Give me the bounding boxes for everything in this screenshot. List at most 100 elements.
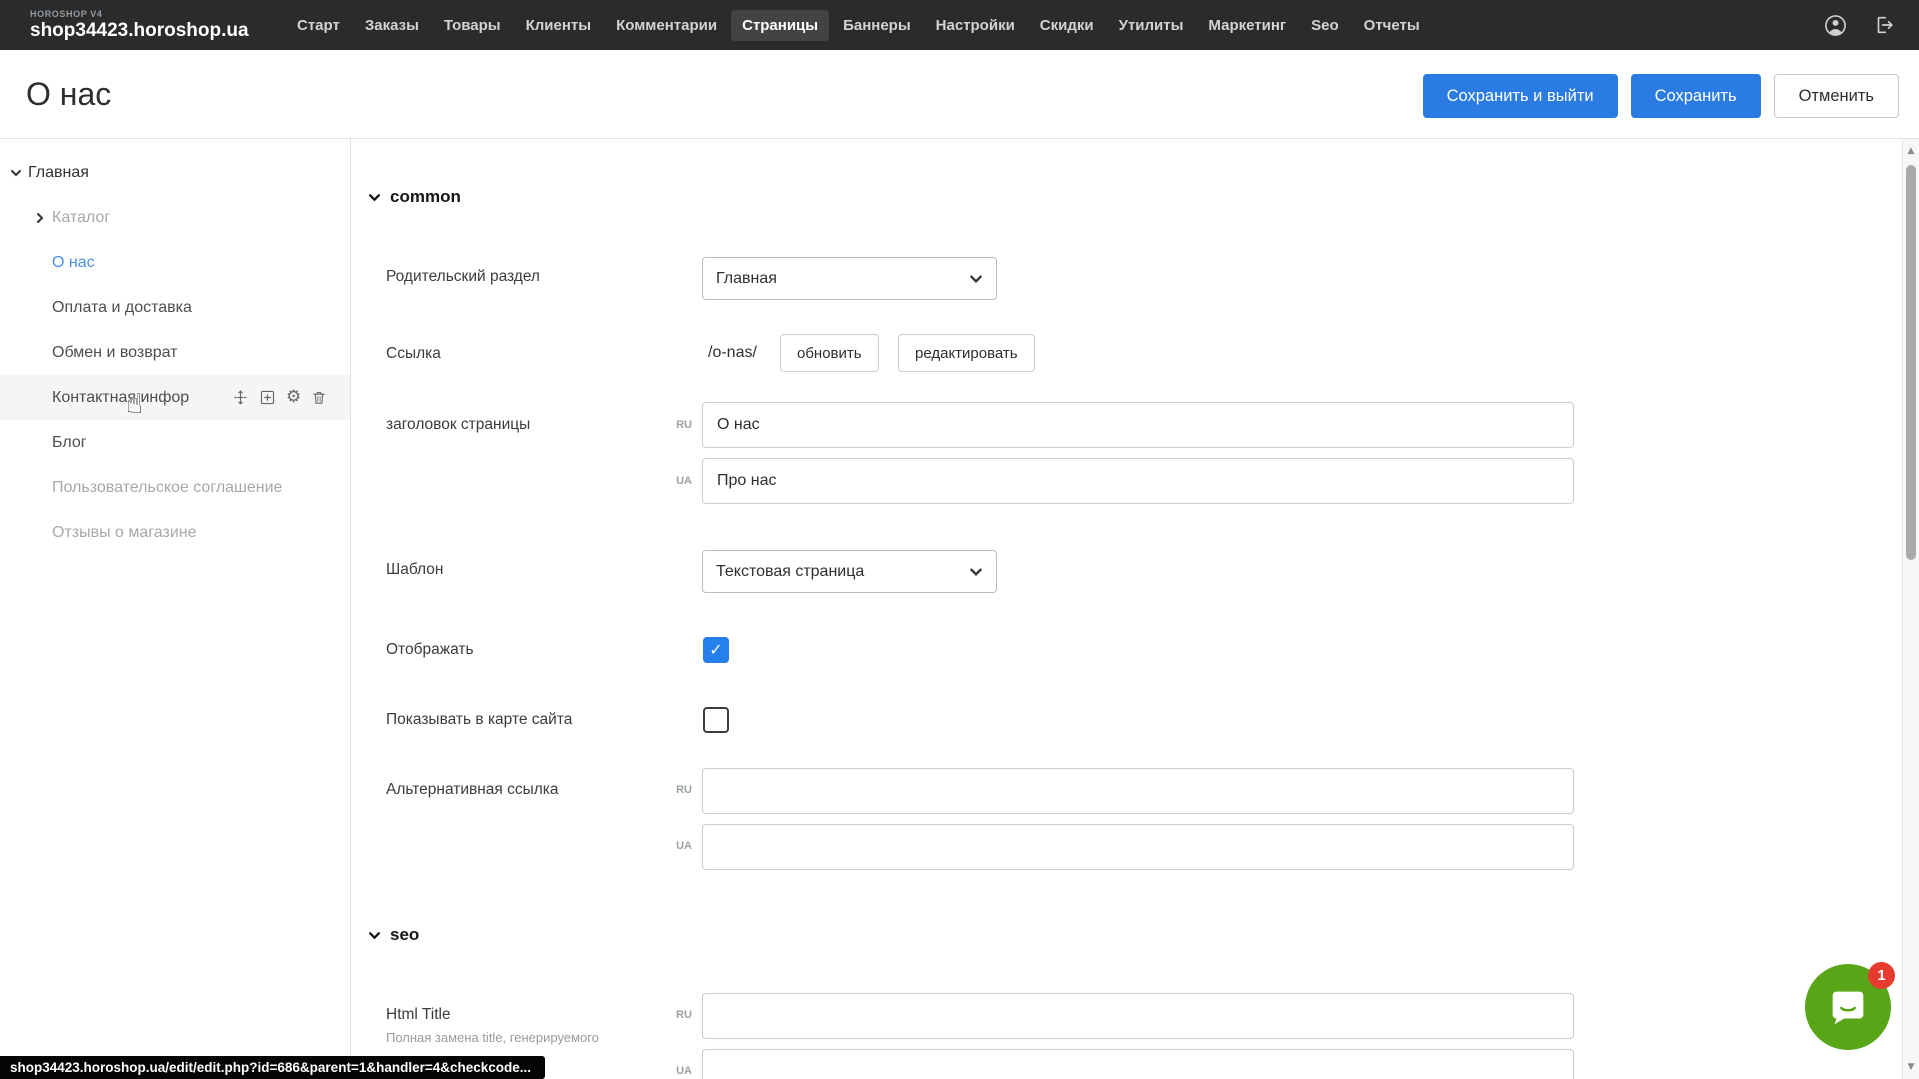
- tree-item-label: Обмен и возврат: [52, 344, 177, 362]
- tree-item-obmen-i-vozvrat[interactable]: Обмен и возврат: [0, 330, 350, 375]
- tree-item-label: О нас: [52, 254, 95, 272]
- lang-tag-ua: UA: [651, 840, 692, 852]
- tree-item-label: Главная: [28, 164, 89, 182]
- link-path-value: /o-nas/: [708, 344, 757, 362]
- section-seo-toggle[interactable]: seo: [368, 925, 419, 945]
- tree-item-kontaktnaya-infor[interactable]: Контактная инфор ⚙: [0, 375, 350, 420]
- link-update-button[interactable]: обновить: [780, 334, 879, 372]
- tree-item-glavnaya[interactable]: Главная: [0, 150, 350, 195]
- sitemap-checkbox[interactable]: [703, 707, 729, 733]
- display-checkbox[interactable]: ✓: [703, 637, 729, 663]
- alt-link-ua-input[interactable]: [702, 824, 1574, 870]
- tree-item-o-nas[interactable]: О нас: [0, 240, 350, 285]
- tree-item-label: Оплата и доставка: [52, 299, 192, 317]
- tree-item-blog[interactable]: Блог: [0, 420, 350, 465]
- alt-link-ru-input[interactable]: [702, 768, 1574, 814]
- nav-item-banners[interactable]: Баннеры: [832, 10, 922, 41]
- sitemap-label: Показывать в карте сайта: [386, 711, 572, 729]
- template-select[interactable]: Текстовая страница: [702, 550, 997, 593]
- move-icon[interactable]: [232, 389, 249, 406]
- chat-widget-button[interactable]: 1: [1805, 964, 1891, 1050]
- navbar-right: [1824, 14, 1919, 37]
- top-navbar: HOROSHOP V4 shop34423.horoshop.ua Старт …: [0, 0, 1919, 50]
- tree-item-label: Контактная инфор: [52, 389, 189, 407]
- nav-item-clients[interactable]: Клиенты: [515, 10, 602, 41]
- settings-gear-icon[interactable]: ⚙: [286, 389, 301, 406]
- tree-item-label: Каталог: [52, 209, 110, 227]
- brand-version: HOROSHOP V4: [30, 9, 268, 19]
- parent-section-value: Главная: [716, 270, 777, 288]
- section-common-title: common: [390, 187, 461, 207]
- page-title-ru-input[interactable]: [702, 402, 1574, 448]
- link-label: Ссылка: [386, 345, 441, 363]
- scroll-down-arrow-icon[interactable]: ▼: [1903, 1062, 1919, 1072]
- template-value: Текстовая страница: [716, 563, 864, 581]
- parent-section-label: Родительский раздел: [386, 268, 540, 286]
- tree-item-polzovatelskoe-soglashenie[interactable]: Пользовательское соглашение: [0, 465, 350, 510]
- header-buttons: Сохранить и выйти Сохранить Отменить: [1423, 74, 1899, 118]
- section-common-toggle[interactable]: common: [368, 187, 461, 207]
- parent-section-select[interactable]: Главная: [702, 257, 997, 300]
- html-title-label: Html Title: [386, 1006, 451, 1024]
- vertical-scrollbar[interactable]: ▲ ▼: [1902, 139, 1919, 1079]
- nav-item-comments[interactable]: Комментарии: [605, 10, 728, 41]
- nav-item-start[interactable]: Старт: [286, 10, 351, 41]
- chevron-down-icon: [969, 272, 983, 286]
- chevron-right-icon[interactable]: [34, 212, 46, 224]
- html-title-ru-input[interactable]: [702, 993, 1574, 1039]
- save-and-exit-button[interactable]: Сохранить и выйти: [1423, 74, 1618, 118]
- lang-tag-ru: RU: [651, 419, 692, 431]
- page-edit-form: common Родительский раздел Главная Ссылк…: [351, 139, 1902, 1079]
- nav-item-settings[interactable]: Настройки: [925, 10, 1026, 41]
- user-account-icon[interactable]: [1824, 14, 1847, 37]
- save-button[interactable]: Сохранить: [1631, 74, 1761, 118]
- tree-item-label: Пользовательское соглашение: [52, 479, 282, 497]
- tree-item-label: Отзывы о магазине: [52, 524, 197, 542]
- add-page-icon[interactable]: [259, 389, 276, 406]
- chevron-down-icon: [368, 191, 381, 204]
- chevron-down-icon: [368, 929, 381, 942]
- tree-item-otzyvy-o-magazine[interactable]: Отзывы о магазине: [0, 510, 350, 555]
- nav-item-utilities[interactable]: Утилиты: [1108, 10, 1195, 41]
- tree-item-actions: ⚙: [232, 389, 327, 406]
- lang-tag-ru: RU: [651, 784, 692, 796]
- html-title-ua-input[interactable]: [702, 1049, 1574, 1079]
- link-url-statusbar: shop34423.horoshop.ua/edit/edit.php?id=6…: [0, 1056, 545, 1079]
- chat-unread-badge: 1: [1868, 962, 1895, 989]
- delete-trash-icon[interactable]: [311, 389, 327, 406]
- tree-item-katalog[interactable]: Каталог: [0, 195, 350, 240]
- cancel-button[interactable]: Отменить: [1774, 74, 1899, 118]
- link-edit-button[interactable]: редактировать: [898, 334, 1035, 372]
- chevron-down-icon[interactable]: [10, 167, 22, 179]
- page-title-ua-input[interactable]: [702, 458, 1574, 504]
- tree-item-label: Блог: [52, 434, 87, 452]
- lang-tag-ua: UA: [651, 1065, 692, 1077]
- template-label: Шаблон: [386, 561, 443, 579]
- chevron-down-icon: [969, 565, 983, 579]
- display-label: Отображать: [386, 641, 474, 659]
- section-seo-title: seo: [390, 925, 419, 945]
- scrollbar-thumb[interactable]: [1906, 165, 1916, 560]
- page-title-label: заголовок страницы: [386, 416, 530, 434]
- check-icon: ✓: [709, 640, 722, 660]
- alt-link-label: Альтернативная ссылка: [386, 781, 559, 799]
- brand[interactable]: HOROSHOP V4 shop34423.horoshop.ua: [30, 9, 268, 42]
- html-title-hint: Полная замена title, генерируемого: [386, 1030, 599, 1045]
- lang-tag-ru: RU: [651, 1009, 692, 1021]
- lang-tag-ua: UA: [651, 475, 692, 487]
- nav-item-reports[interactable]: Отчеты: [1353, 10, 1431, 41]
- page-title: О нас: [26, 76, 111, 113]
- logout-icon[interactable]: [1873, 14, 1895, 36]
- nav-item-seo[interactable]: Seo: [1300, 10, 1350, 41]
- nav-item-discounts[interactable]: Скидки: [1029, 10, 1105, 41]
- nav-item-orders[interactable]: Заказы: [354, 10, 430, 41]
- scroll-up-arrow-icon[interactable]: ▲: [1903, 146, 1919, 156]
- nav-item-marketing[interactable]: Маркетинг: [1197, 10, 1297, 41]
- main-menu: Старт Заказы Товары Клиенты Комментарии …: [286, 10, 1431, 41]
- nav-item-pages[interactable]: Страницы: [731, 10, 829, 41]
- brand-domain: shop34423.horoshop.ua: [30, 20, 268, 42]
- page-header: О нас Сохранить и выйти Сохранить Отмени…: [0, 50, 1919, 139]
- nav-item-products[interactable]: Товары: [433, 10, 512, 41]
- tree-item-oplata-i-dostavka[interactable]: Оплата и доставка: [0, 285, 350, 330]
- pages-tree-sidebar: Главная Каталог О нас Оплата и доставка …: [0, 139, 350, 1079]
